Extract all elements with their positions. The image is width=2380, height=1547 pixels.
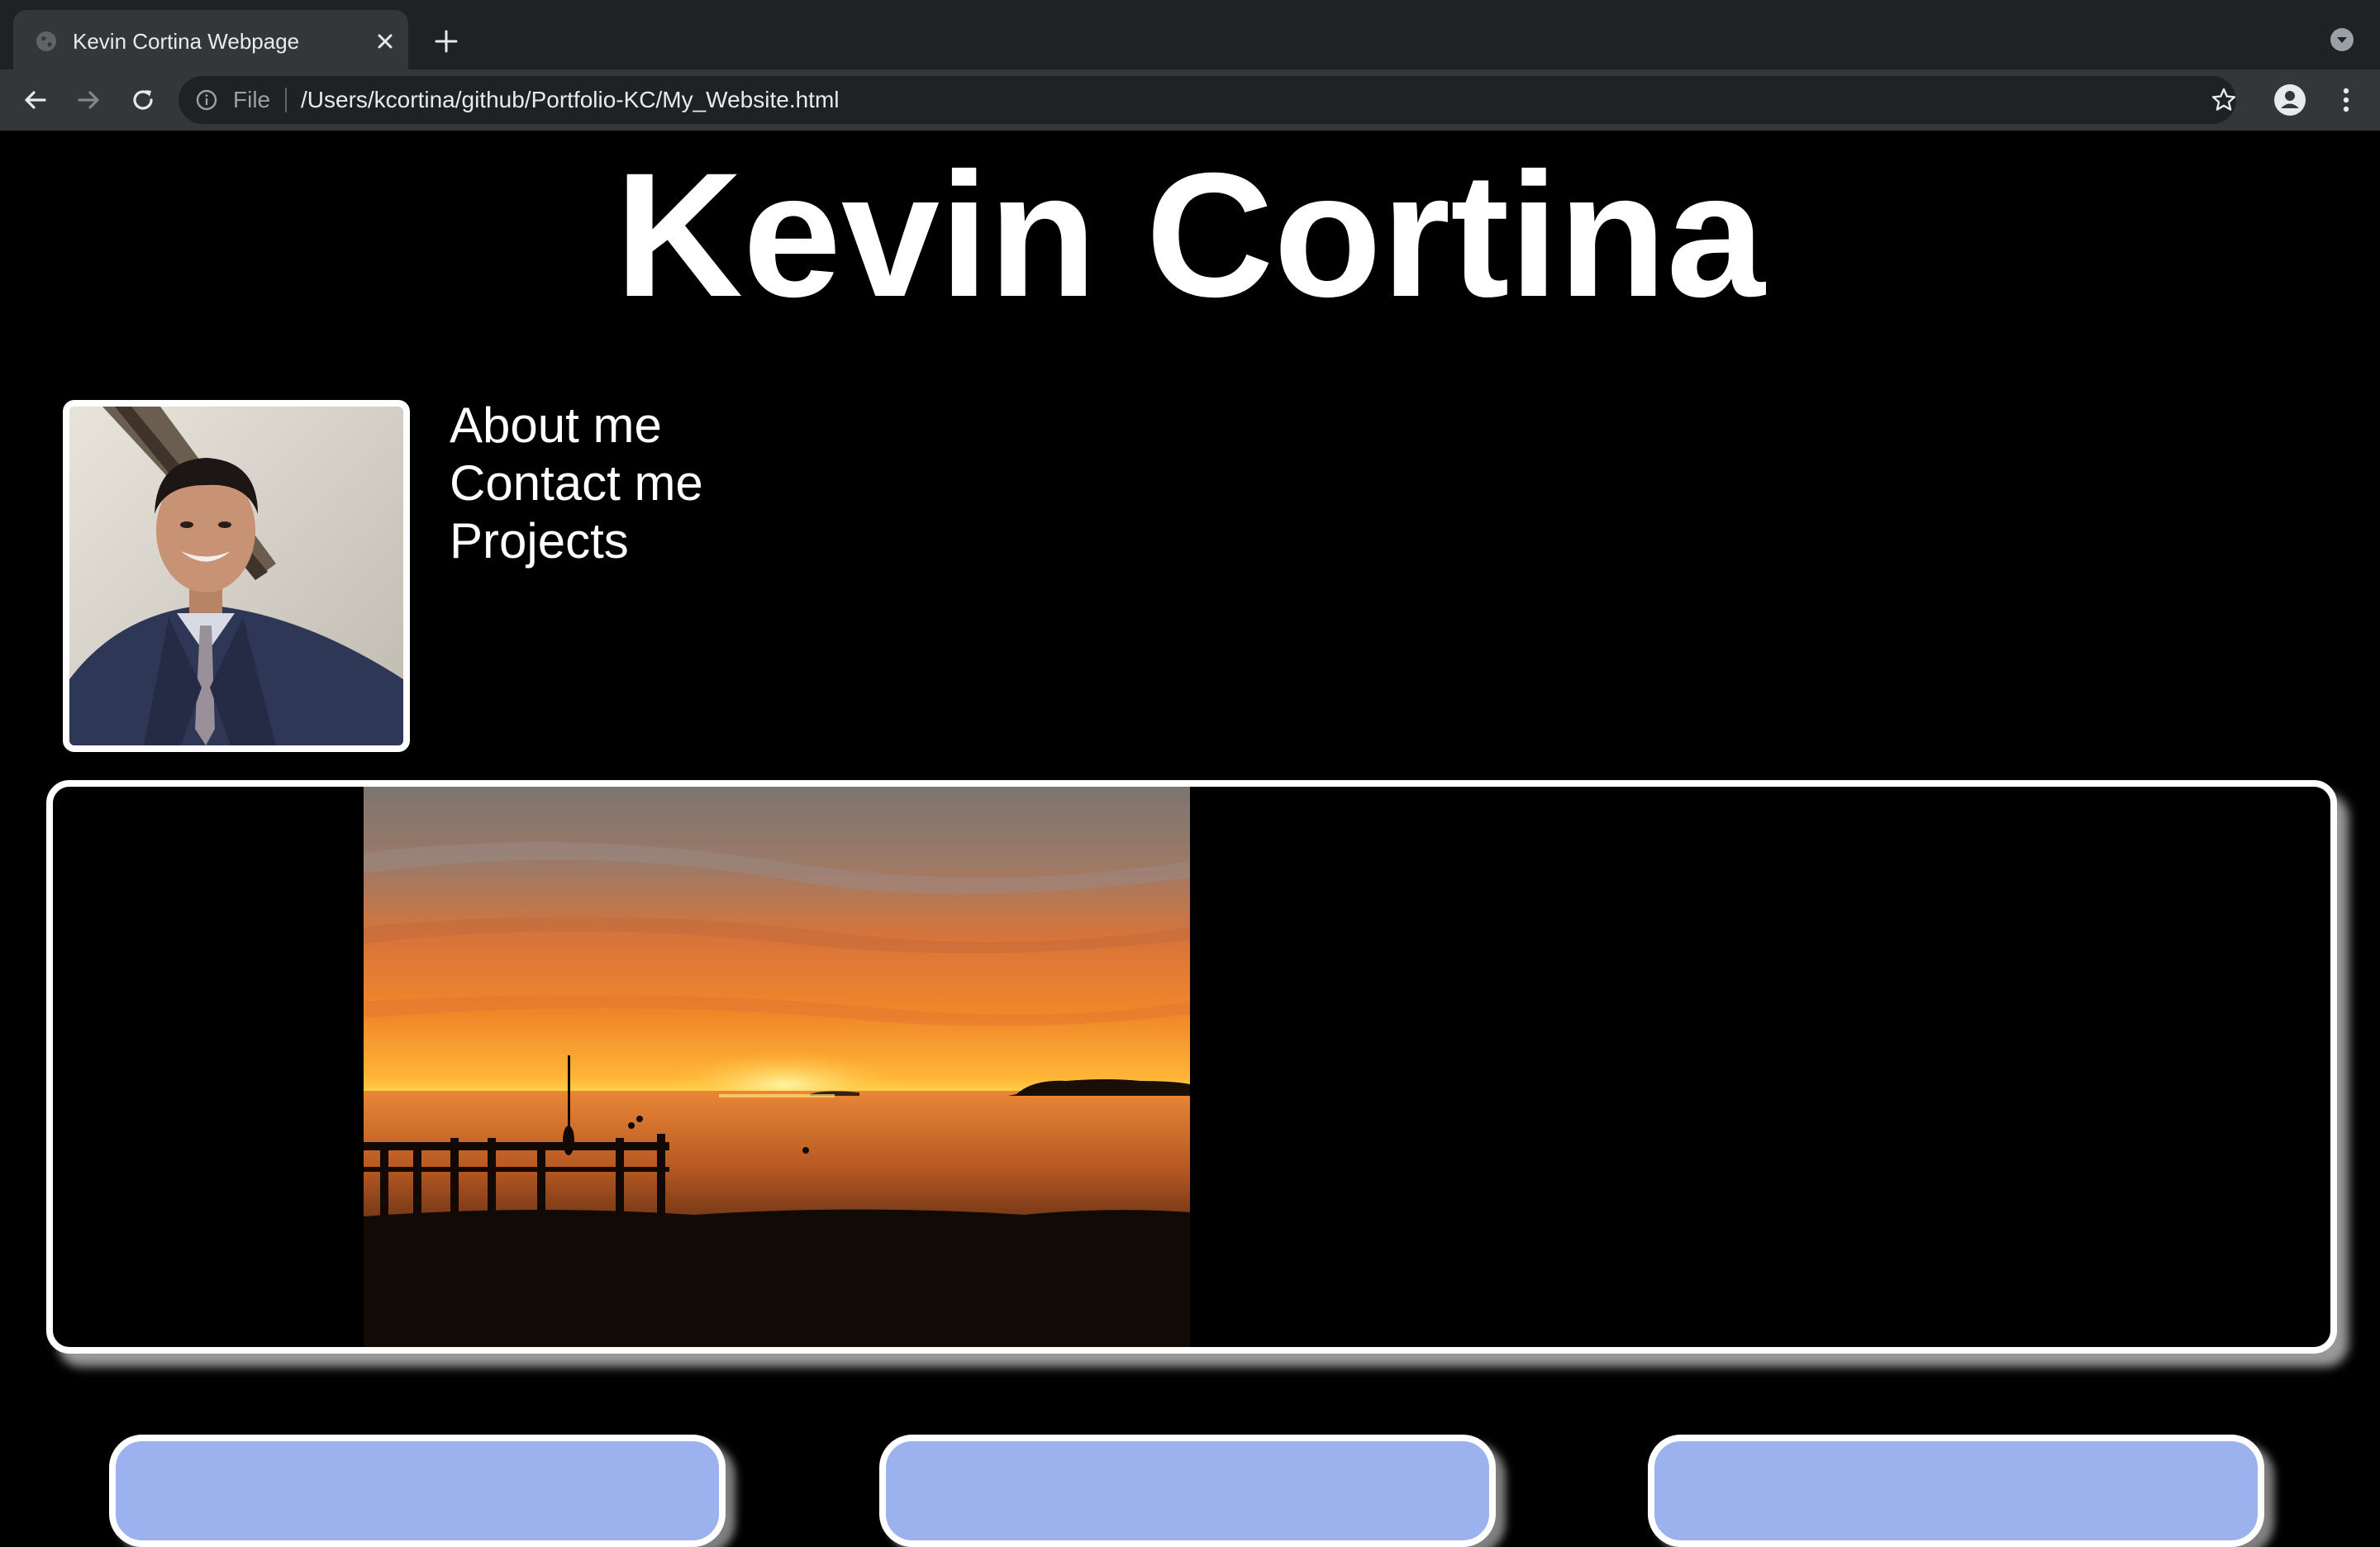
nav-link-contact[interactable]: Contact me — [450, 455, 703, 512]
profile-photo — [63, 400, 410, 752]
chevron-down-icon[interactable] — [2329, 26, 2355, 53]
hero-banner — [46, 780, 2337, 1354]
tab-strip: Kevin Cortina Webpage — [0, 0, 2380, 69]
project-card-1[interactable] — [109, 1435, 726, 1547]
close-icon[interactable] — [369, 25, 402, 58]
nav-link-about[interactable]: About me — [450, 397, 703, 455]
plus-icon[interactable] — [430, 25, 463, 58]
star-icon[interactable] — [2210, 86, 2238, 114]
sunset-photo — [364, 787, 1190, 1347]
info-icon[interactable] — [195, 88, 218, 112]
forward-arrow-icon[interactable] — [71, 83, 106, 117]
scheme-label: File — [233, 87, 271, 112]
back-arrow-icon[interactable] — [18, 83, 53, 117]
omnibox-divider — [285, 88, 287, 112]
tab-title: Kevin Cortina Webpage — [73, 29, 300, 54]
profile-icon[interactable] — [2273, 83, 2307, 117]
kebab-menu-icon[interactable] — [2329, 83, 2363, 117]
project-card-3[interactable] — [1648, 1435, 2264, 1547]
project-card-2[interactable] — [879, 1435, 1496, 1547]
nav-link-projects[interactable]: Projects — [450, 512, 703, 570]
browser-tab[interactable]: Kevin Cortina Webpage — [13, 10, 408, 69]
url-text[interactable]: /Users/kcortina/github/Portfolio-KC/My_W… — [301, 86, 840, 114]
main-nav: About me Contact me Projects — [450, 397, 703, 570]
page-title: Kevin Cortina — [615, 136, 1765, 334]
reload-icon[interactable] — [126, 83, 160, 117]
globe-icon — [35, 30, 58, 53]
